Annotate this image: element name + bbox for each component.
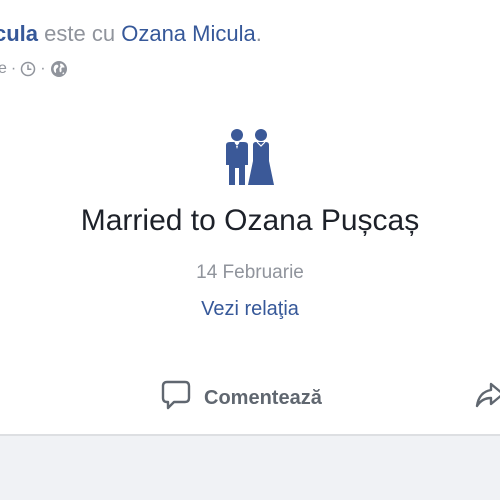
- meta-separator: ·: [40, 60, 46, 77]
- actor-name-link[interactable]: cula: [0, 21, 38, 46]
- period-text: .: [255, 21, 262, 46]
- share-arrow-icon: [474, 379, 500, 417]
- meta-separator: ·: [10, 60, 17, 77]
- globe-icon[interactable]: [50, 60, 68, 78]
- life-event-date: 14 Februarie: [196, 262, 304, 283]
- meta-text: e: [0, 60, 7, 77]
- life-event-title: Married to Ozana Pușcaș: [80, 204, 420, 237]
- feed-background: [0, 436, 500, 500]
- tagged-name-link[interactable]: Ozana Micula: [121, 21, 256, 46]
- share-button[interactable]: [474, 380, 500, 416]
- comment-button-label: Comentează: [204, 386, 322, 409]
- post-headline: cula este cu Ozana Micula.: [0, 21, 262, 47]
- comment-icon: [160, 379, 204, 417]
- post-meta: e · ·: [0, 59, 68, 79]
- connector-text: este cu: [44, 21, 116, 46]
- comment-button[interactable]: Comentează: [160, 380, 322, 416]
- view-relationship-link[interactable]: Vezi relaţia: [0, 298, 500, 321]
- clock-icon[interactable]: [20, 61, 36, 77]
- post-card: cula este cu Ozana Micula. e · · Married…: [0, 0, 500, 434]
- couple-icon: [224, 128, 276, 193]
